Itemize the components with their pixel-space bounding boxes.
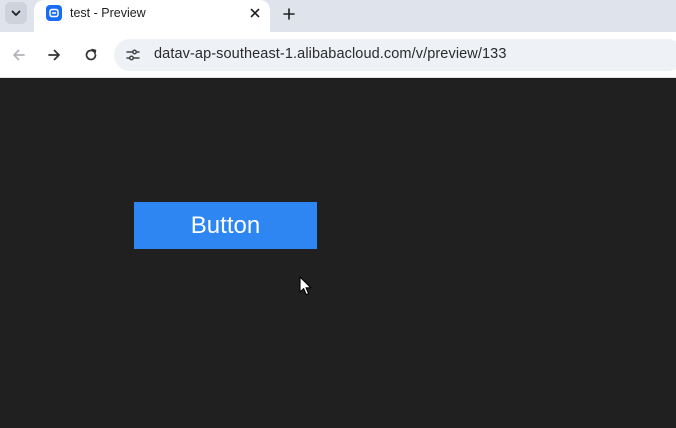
tune-icon <box>126 49 140 61</box>
mouse-cursor-icon <box>299 276 312 296</box>
tab-close-button[interactable] <box>246 4 264 22</box>
reload-icon <box>85 48 97 61</box>
datav-logo-icon <box>46 5 62 21</box>
reload-button[interactable] <box>80 44 102 66</box>
address-bar[interactable]: datav-ap-southeast-1.alibabacloud.com/v/… <box>114 39 676 71</box>
tab-strip: test - Preview <box>0 0 676 32</box>
plus-icon <box>283 8 295 20</box>
chevron-down-icon <box>11 10 21 16</box>
arrow-right-icon <box>48 49 60 61</box>
forward-button[interactable] <box>43 44 65 66</box>
url-text[interactable]: datav-ap-southeast-1.alibabacloud.com/v/… <box>154 46 507 62</box>
tab-title: test - Preview <box>70 6 146 20</box>
preview-canvas: Button <box>0 79 676 428</box>
arrow-left-icon <box>13 49 25 61</box>
browser-toolbar: datav-ap-southeast-1.alibabacloud.com/v/… <box>0 32 676 78</box>
tab-active[interactable]: test - Preview <box>34 0 270 32</box>
browser-window: test - Preview datav-ap-southeast-1.alib… <box>0 0 676 428</box>
tab-search-button[interactable] <box>5 2 27 24</box>
primary-button[interactable]: Button <box>134 202 317 249</box>
site-info-button[interactable] <box>124 46 142 64</box>
new-tab-button[interactable] <box>278 3 300 25</box>
back-button[interactable] <box>8 44 30 66</box>
close-icon <box>250 8 260 18</box>
